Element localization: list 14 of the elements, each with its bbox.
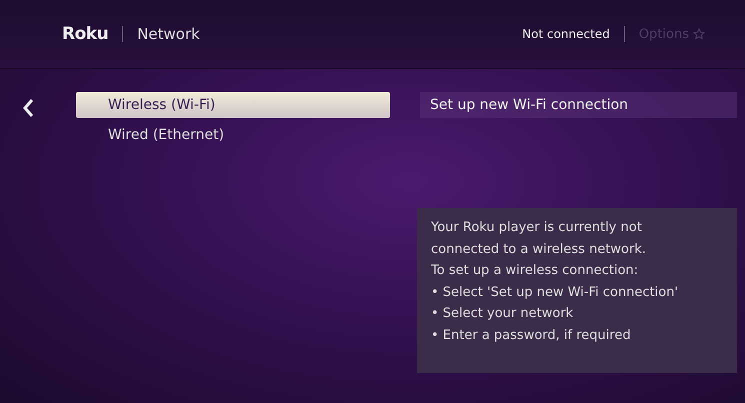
info-text: To set up a wireless connection: bbox=[431, 262, 640, 280]
menu-item[interactable]: Wired (Ethernet) bbox=[76, 122, 390, 148]
info-text: connected to a wireless network. bbox=[431, 240, 648, 258]
page-title: Network bbox=[137, 25, 200, 43]
info-text: • Select your network bbox=[431, 305, 574, 323]
connection-status: Not connected bbox=[522, 27, 610, 41]
roku-logo: Roku bbox=[62, 24, 108, 44]
menu-item[interactable]: Wireless (Wi-Fi) bbox=[76, 92, 390, 118]
star-icon bbox=[693, 28, 705, 40]
info-text: • Select 'Set up new Wi-Fi connection' bbox=[431, 284, 680, 302]
back-chevron-icon[interactable] bbox=[22, 98, 34, 118]
info-text: Your Roku player is currently not bbox=[431, 219, 643, 237]
setup-wifi-option[interactable]: Set up new Wi-Fi connection bbox=[420, 92, 737, 118]
info-text: • Enter a password, if required bbox=[431, 326, 632, 344]
